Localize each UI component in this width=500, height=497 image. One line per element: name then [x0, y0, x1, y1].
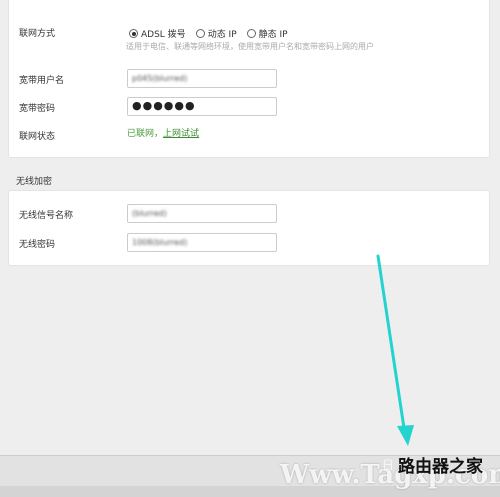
connection-type-label: 联网方式 [19, 29, 56, 39]
connection-type-radio-group: ADSL 拨号 动态 IP 静态 IP [129, 27, 288, 40]
broadband-password-input[interactable]: ●●●●●● [127, 97, 277, 116]
connection-status: 已联网，上网试试 [127, 126, 199, 139]
arrow-head [397, 425, 414, 446]
watermark-small-text: 日 [382, 458, 395, 472]
wifi-password-label: 无线密码 [19, 240, 56, 250]
wifi-password-value: 1008(blurred) [132, 238, 188, 247]
radio-dynamic-ip-label: 动态 IP [207, 30, 237, 40]
wifi-password-input[interactable]: 1008(blurred) [127, 233, 277, 252]
radio-adsl-label: ADSL 拨号 [141, 30, 186, 40]
wireless-settings-card: 无线信号名称 (blurred) 无线密码 1008(blurred) [8, 190, 490, 266]
wan-settings-card: 联网方式 ADSL 拨号 动态 IP 静态 IP 适用于电信、联通等网络环境，使… [8, 0, 490, 158]
radio-unchecked-icon[interactable] [246, 29, 256, 38]
radio-checked-icon[interactable] [129, 29, 138, 38]
radio-static-ip-label: 静态 IP [258, 30, 288, 40]
router-settings-page: 联网方式 ADSL 拨号 动态 IP 静态 IP 适用于电信、联通等网络环境，使… [0, 0, 500, 497]
watermark-brand-text: 路由器之家 [398, 457, 483, 477]
ssid-input[interactable]: (blurred) [127, 204, 277, 223]
connection-type-hint: 适用于电信、联通等网络环境，使用宽带用户名和宽带密码上网的用户 [126, 42, 374, 51]
username-label: 宽带用户名 [19, 76, 65, 86]
ssid-value: (blurred) [132, 209, 167, 218]
ssid-label: 无线信号名称 [19, 211, 74, 221]
wireless-section-title: 无线加密 [16, 177, 53, 187]
radio-static-ip[interactable]: 静态 IP [246, 27, 288, 40]
username-input[interactable]: p045(blurred) [127, 69, 277, 88]
connection-status-text: 已联网， [127, 129, 164, 139]
radio-unchecked-icon[interactable] [195, 29, 205, 38]
radio-adsl[interactable]: ADSL 拨号 [129, 27, 186, 40]
broadband-password-label: 宽带密码 [19, 104, 56, 114]
try-internet-link[interactable]: 上网试试 [163, 129, 199, 139]
broadband-password-value: ●●●●●● [132, 99, 196, 112]
radio-dynamic-ip[interactable]: 动态 IP [195, 27, 237, 40]
connection-status-label: 联网状态 [19, 132, 56, 142]
username-value: p045(blurred) [132, 74, 188, 83]
arrow-shaft [376, 254, 406, 430]
